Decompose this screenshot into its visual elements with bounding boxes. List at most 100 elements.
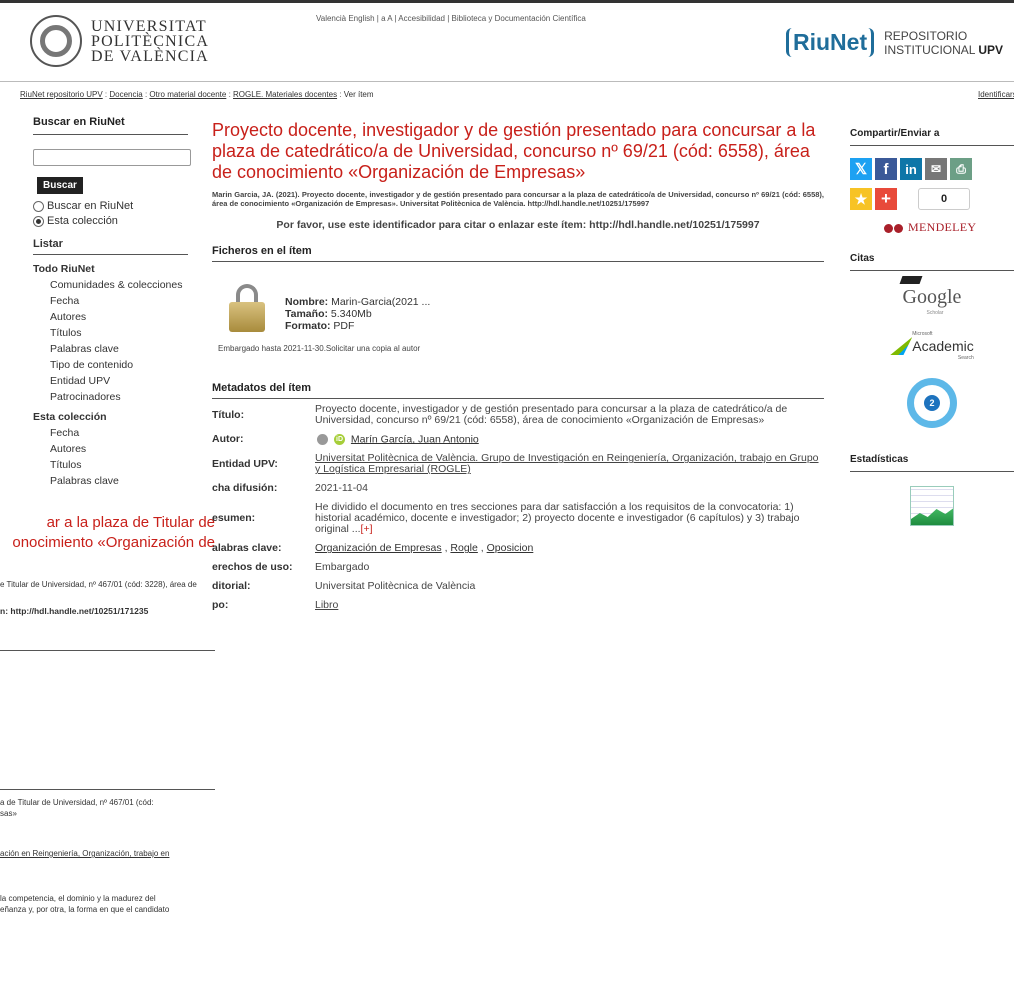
abstract-expand[interactable]: [+] [361, 523, 373, 535]
radio-button-selected[interactable] [33, 216, 44, 227]
metadata-label: Entidad UPV: [212, 457, 278, 470]
add-plus-icon[interactable]: + [875, 188, 897, 210]
scholar-label: Google [902, 286, 962, 308]
upv-seal-icon [30, 15, 82, 67]
item-title: Proyecto docente, investigador y de gest… [212, 120, 816, 182]
site-header: UNIVERSITAT POLITÈCNICA DE VALÈNCIA Vale… [0, 3, 1014, 82]
browse-link[interactable]: Palabras clave [33, 343, 188, 355]
share-counter: 0 [918, 188, 970, 210]
altmetric-badge[interactable]: 2 [907, 378, 957, 428]
table-row: ditorial: Universitat Politècnica de Val… [212, 579, 824, 598]
table-row: Entidad UPV: Universitat Politècnica de … [212, 451, 824, 481]
upv-logo[interactable]: UNIVERSITAT POLITÈCNICA DE VALÈNCIA [30, 15, 209, 67]
share-buttons-row2: ★ + 0 [850, 188, 1014, 210]
table-row: cha difusión: 2021-11-04 [212, 481, 824, 500]
search-heading: Buscar en RiuNet [33, 116, 188, 135]
mendeley-link[interactable]: MENDELEY [884, 220, 1014, 235]
browse-group-heading: Todo RiuNet [33, 263, 95, 275]
scholar-sublabel: Scholar [926, 310, 944, 316]
metadata-table: Título: Proyecto docente, investigador y… [212, 402, 824, 617]
microsoft-academic-link[interactable]: Microsoft Academic Search [890, 328, 974, 364]
ghost-permalink: n: http://hdl.handle.net/10251/171235 [0, 606, 149, 616]
metadata-entity-link[interactable]: Universitat Politècnica de València. Gru… [315, 451, 824, 481]
keyword-link[interactable]: Oposicion [487, 542, 534, 554]
breadcrumb-link[interactable]: ROGLE. Materiales docentes [233, 90, 337, 99]
ghost-abstract-line: la competencia, el dominio y la madurez … [0, 894, 156, 903]
radio-button[interactable] [33, 201, 44, 212]
browse-heading: Listar [33, 238, 188, 255]
riunet-upv: UPV [978, 42, 1004, 57]
browse-link[interactable]: Palabras clave [33, 475, 188, 487]
radio-label: Buscar en RiuNet [47, 200, 134, 212]
upv-logo-line: UNIVERSITAT [91, 17, 207, 35]
browse-link[interactable]: Tipo de contenido [33, 359, 188, 371]
ghost-meta-line: a de Titular de Universidad, nº 467/01 (… [0, 798, 154, 807]
ghost-citation: e Titular de Universidad, nº 467/01 (cód… [0, 580, 197, 589]
browse-link[interactable]: Patrocinadores [33, 391, 188, 403]
altmetric-score: 2 [929, 398, 935, 408]
ghost-meta-line: sas» [0, 809, 17, 818]
email-icon[interactable]: ✉ [925, 158, 947, 180]
search-button[interactable]: Buscar [37, 177, 83, 194]
radio-label: Esta colección [47, 215, 118, 227]
linkedin-icon[interactable]: in [900, 158, 922, 180]
table-row: Autor: iD Marín García, Juan Antonio [212, 432, 824, 451]
radio-search-collection[interactable]: Esta colección [33, 215, 188, 228]
item-permalink: Por favor, use este identificador para c… [276, 219, 760, 231]
google-scholar-link[interactable]: Google Scholar [899, 276, 962, 316]
upv-logo-line: DE VALÈNCIA [91, 47, 209, 65]
browse-link[interactable]: Fecha [33, 295, 188, 307]
files-section: Nombre: Marin-Garcia(2021 ... Tamaño: 5.… [212, 262, 824, 370]
abstract-text: He dividido el documento en tres seccion… [315, 501, 800, 536]
top-links[interactable]: Valencià English | a A | Accesibilidad |… [316, 14, 586, 23]
breadcrumb-link[interactable]: Docencia [109, 90, 142, 99]
keyword-link[interactable]: Organización de Empresas [315, 542, 442, 554]
breadcrumb: RiuNet repositorio UPV : Docencia : Otro… [20, 90, 374, 99]
ghost-divider [0, 650, 215, 651]
browse-link[interactable]: Autores [33, 443, 188, 455]
browse-link[interactable]: Comunidades & colecciones [33, 279, 188, 291]
riunet-logo[interactable]: RiuNet REPOSITORIO INSTITUCIONAL UPV [786, 28, 1003, 57]
browse-link[interactable]: Títulos [33, 459, 188, 471]
search-input[interactable] [33, 149, 191, 166]
citations-heading: Citas [850, 253, 1014, 271]
browse-group-heading: Esta colección [33, 411, 107, 423]
metadata-type-link[interactable]: Libro [315, 598, 824, 617]
ghost-entity-link: ación en Reingeniería, Organización, tra… [0, 849, 170, 858]
ghost-divider [0, 789, 215, 790]
upv-logo-text: UNIVERSITAT POLITÈCNICA DE VALÈNCIA [91, 17, 209, 65]
mendeley-icon [884, 222, 904, 234]
radio-search-all[interactable]: Buscar en RiuNet [33, 200, 188, 213]
metadata-abstract: He dividido el documento en tres seccion… [315, 500, 824, 541]
riunet-subtitle-line: INSTITUCIONAL [884, 42, 976, 57]
favorite-star-icon[interactable]: ★ [850, 188, 872, 210]
browse-link[interactable]: Autores [33, 311, 188, 323]
riunet-wordmark: RiuNet [786, 28, 875, 57]
login-link[interactable]: Identificarse [978, 90, 1014, 99]
table-row: alabras clave: Organización de Empresas … [212, 541, 824, 560]
metadata-label: Autor: [212, 433, 244, 446]
metadata-heading: Metadatos del ítem [212, 382, 824, 399]
file-name[interactable]: Marin-Garcia(2021 ... [331, 296, 430, 308]
metadata-title: Proyecto docente, investigador y de gest… [315, 403, 788, 426]
author-link[interactable]: Marín García, Juan Antonio [351, 433, 479, 445]
orcid-icon[interactable]: iD [334, 434, 345, 445]
print-icon[interactable]: ⎙ [950, 158, 972, 180]
metadata-label: alabras clave: [212, 542, 282, 555]
breadcrumb-link[interactable]: Otro material docente [149, 90, 226, 99]
breadcrumb-link[interactable]: RiuNet repositorio UPV [20, 90, 103, 99]
browse-link[interactable]: Entidad UPV [33, 375, 188, 387]
lock-icon[interactable] [229, 284, 265, 332]
embargo-notice[interactable]: Embargado hasta 2021-11-30.Solicitar una… [218, 344, 420, 353]
metadata-label: esumen: [212, 512, 256, 525]
twitter-icon[interactable]: 𝕏 [850, 158, 872, 180]
ghost-title-line: ar a la plaza de Titular de [46, 514, 215, 531]
table-row: Título: Proyecto docente, investigador y… [212, 402, 824, 432]
keyword-link[interactable]: Rogle [450, 542, 477, 554]
file-size-label: Tamaño: [285, 308, 328, 320]
facebook-icon[interactable]: f [875, 158, 897, 180]
browse-link[interactable]: Fecha [33, 427, 188, 439]
statistics-chart-icon[interactable] [910, 486, 954, 526]
share-buttons: 𝕏 f in ✉ ⎙ [850, 158, 1014, 180]
browse-link[interactable]: Títulos [33, 327, 188, 339]
